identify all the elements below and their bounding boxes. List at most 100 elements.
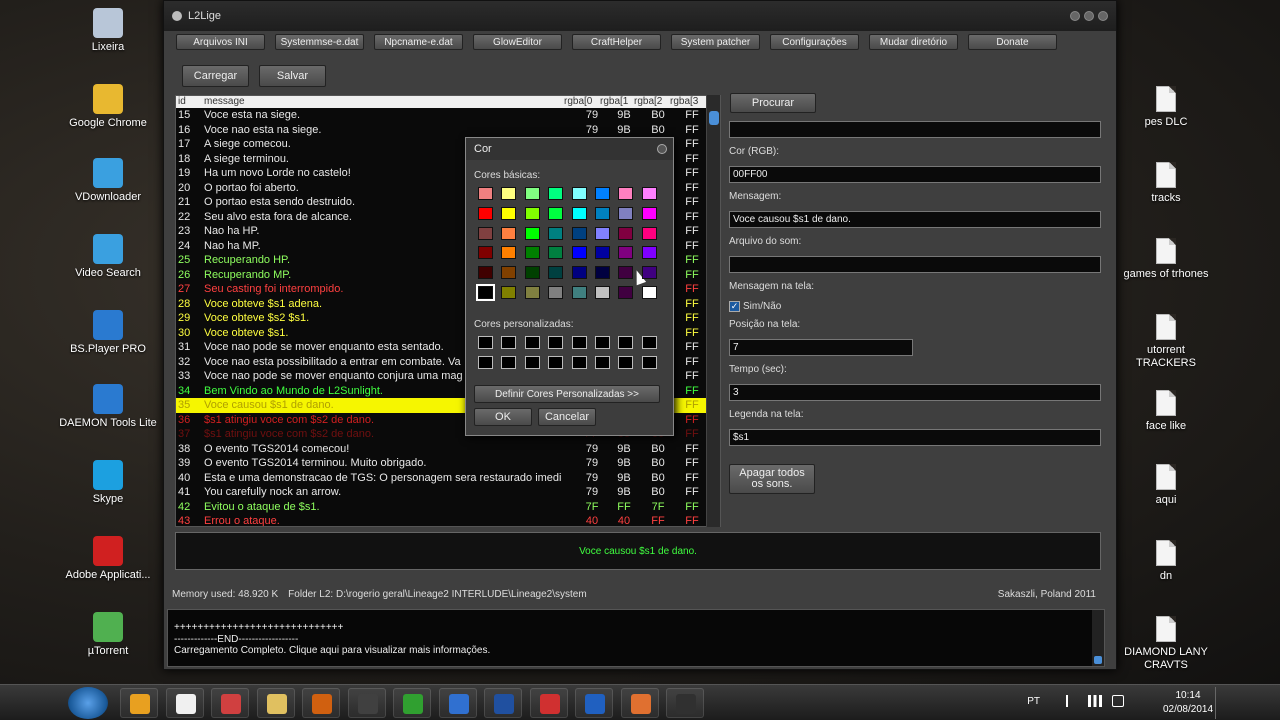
search-button[interactable]: Procurar: [730, 93, 816, 113]
desktop-file-icon[interactable]: pes DLC: [1116, 86, 1216, 129]
checkbox-checked-icon[interactable]: ✓: [729, 300, 740, 312]
ok-button[interactable]: OK: [474, 408, 532, 426]
custom-color-swatch[interactable]: [641, 356, 657, 369]
taskbar-app-button[interactable]: [438, 688, 477, 718]
color-swatch[interactable]: [524, 286, 540, 299]
col-rgba0[interactable]: rgba[0: [564, 96, 592, 107]
color-swatch[interactable]: [641, 226, 657, 240]
menu-button[interactable]: Mudar diretório: [869, 34, 958, 50]
color-swatch[interactable]: [548, 226, 564, 240]
menu-button[interactable]: Arquivos INI: [176, 34, 265, 50]
custom-color-swatch[interactable]: [501, 356, 517, 369]
custom-color-swatch[interactable]: [548, 336, 564, 349]
custom-color-swatch[interactable]: [501, 336, 517, 349]
color-swatch[interactable]: [548, 286, 564, 299]
taskbar-app-button[interactable]: [484, 688, 522, 718]
color-swatch[interactable]: [595, 266, 610, 280]
color-swatch[interactable]: [478, 206, 493, 220]
color-swatch[interactable]: [618, 206, 634, 220]
desktop-icon[interactable]: Video Search: [58, 234, 158, 280]
taskbar-app-button[interactable]: [620, 688, 659, 718]
custom-color-swatch[interactable]: [618, 356, 634, 369]
sound-field[interactable]: [729, 256, 1101, 273]
taskbar-app-button[interactable]: [302, 688, 340, 718]
table-scrollbar[interactable]: [706, 95, 720, 527]
color-swatch[interactable]: [524, 226, 540, 240]
screen-message-toggle[interactable]: ✓ Sim/Não: [729, 299, 1101, 313]
color-swatch[interactable]: [548, 206, 564, 220]
define-custom-colors-button[interactable]: Definir Cores Personalizadas >>: [474, 385, 660, 403]
desktop-icon[interactable]: Adobe Applicati...: [58, 536, 158, 582]
custom-color-swatch[interactable]: [595, 336, 610, 349]
color-swatch[interactable]: [618, 266, 634, 280]
color-swatch[interactable]: [476, 284, 495, 301]
table-row[interactable]: 16 Voce nao esta na siege. 79 9B B0 FF: [176, 123, 720, 138]
maximize-icon[interactable]: [1084, 11, 1094, 21]
desktop-file-icon[interactable]: dn: [1116, 540, 1216, 583]
color-swatch[interactable]: [641, 187, 657, 200]
position-field[interactable]: 7: [729, 339, 913, 356]
color-swatch[interactable]: [595, 226, 610, 240]
menu-button[interactable]: GlowEditor: [473, 34, 562, 50]
custom-color-swatch[interactable]: [595, 356, 610, 369]
col-rgba1[interactable]: rgba[1: [600, 96, 628, 107]
taskbar-app-button[interactable]: [666, 688, 704, 718]
col-id[interactable]: id: [178, 96, 186, 107]
language-indicator[interactable]: PT: [1027, 696, 1040, 707]
desktop-file-icon[interactable]: DIAMOND LANY CRAVTS: [1116, 616, 1216, 672]
search-input[interactable]: [729, 121, 1101, 138]
color-swatch[interactable]: [478, 246, 493, 260]
color-swatch[interactable]: [501, 286, 517, 299]
desktop-icon[interactable]: Google Chrome: [58, 84, 158, 130]
color-swatch[interactable]: [548, 187, 564, 200]
desktop-icon[interactable]: Skype: [58, 460, 158, 506]
table-row[interactable]: 38 O evento TGS2014 comecou! 79 9B B0 FF: [176, 442, 720, 457]
custom-color-swatch[interactable]: [641, 336, 657, 349]
color-swatch[interactable]: [501, 266, 517, 280]
custom-color-swatch[interactable]: [478, 336, 493, 349]
network-icon[interactable]: [1088, 695, 1102, 707]
desktop-file-icon[interactable]: games of trhones: [1116, 238, 1216, 281]
desktop-file-icon[interactable]: tracks: [1116, 162, 1216, 205]
desktop-file-icon[interactable]: face like: [1116, 390, 1216, 433]
table-row[interactable]: 15 Voce esta na siege. 79 9B B0 FF: [176, 108, 720, 123]
table-row[interactable]: 42 Evitou o ataque de $s1. 7F FF 7F FF: [176, 500, 720, 515]
scroll-thumb[interactable]: [709, 111, 719, 125]
log-panel[interactable]: +++++++++++++++++++++++++++++ ----------…: [167, 609, 1105, 667]
table-row[interactable]: 39 O evento TGS2014 terminou. Muito obrig…: [176, 456, 720, 471]
taskbar-app-button[interactable]: [575, 688, 613, 718]
menu-button[interactable]: CraftHelper: [572, 34, 661, 50]
message-field[interactable]: Voce causou $s1 de dano.: [729, 211, 1101, 228]
color-swatch[interactable]: [618, 246, 634, 260]
color-swatch[interactable]: [641, 206, 657, 220]
color-swatch[interactable]: [641, 286, 657, 299]
color-swatch[interactable]: [571, 206, 587, 220]
color-swatch[interactable]: [618, 226, 634, 240]
taskbar-app-button[interactable]: [347, 688, 386, 718]
color-swatch[interactable]: [501, 206, 517, 220]
color-swatch[interactable]: [478, 187, 493, 200]
desktop-file-icon[interactable]: utorrent TRACKERS: [1116, 314, 1216, 370]
desktop-icon[interactable]: VDownloader: [58, 158, 158, 204]
desktop-icon[interactable]: Lixeira: [58, 8, 158, 54]
custom-color-swatch[interactable]: [571, 336, 587, 349]
close-icon[interactable]: [1098, 11, 1108, 21]
load-button[interactable]: Carregar: [182, 65, 249, 87]
table-row[interactable]: 40 Esta e uma demonstracao de TGS: O pers…: [176, 471, 720, 486]
custom-color-swatch[interactable]: [524, 336, 540, 349]
color-swatch[interactable]: [571, 286, 587, 299]
menu-button[interactable]: Systemmse-e.dat: [275, 34, 364, 50]
taskbar-app-button[interactable]: [211, 688, 249, 718]
menu-button[interactable]: Npcname-e.dat: [374, 34, 463, 50]
color-swatch[interactable]: [548, 246, 564, 260]
custom-color-swatch[interactable]: [618, 336, 634, 349]
close-icon[interactable]: [657, 144, 667, 154]
custom-color-swatch[interactable]: [524, 356, 540, 369]
table-row[interactable]: 41 You carefully nock an arrow. 79 9B B0 FF: [176, 485, 720, 500]
taskbar-app-button[interactable]: [529, 688, 568, 718]
color-swatch[interactable]: [524, 206, 540, 220]
desktop-icon[interactable]: µTorrent: [58, 612, 158, 658]
subtitle-field[interactable]: $s1: [729, 429, 1101, 446]
color-swatch[interactable]: [595, 246, 610, 260]
color-swatch[interactable]: [501, 226, 517, 240]
